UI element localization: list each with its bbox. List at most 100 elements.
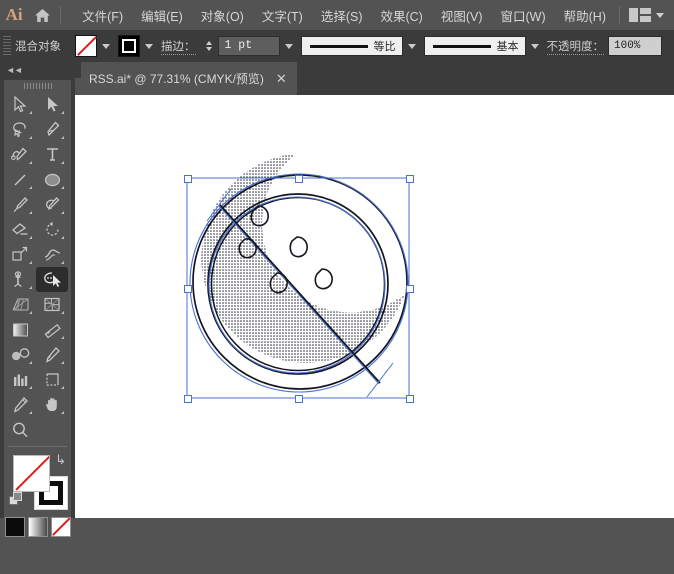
- selection-handle-middle-left[interactable]: [184, 285, 192, 293]
- tool-expand-corner-icon: [61, 311, 64, 314]
- tool-expand-corner-icon: [29, 111, 32, 114]
- menu-window[interactable]: 窗口(W): [492, 2, 555, 29]
- panel-collapse-button[interactable]: ◄◄: [0, 62, 81, 78]
- tool-grid: [4, 92, 71, 442]
- eraser-tool[interactable]: [4, 217, 36, 242]
- chevron-down-icon: [656, 12, 664, 18]
- document-canvas[interactable]: [75, 95, 674, 518]
- eyedropper-tool[interactable]: [36, 317, 68, 342]
- default-fill-stroke-icon[interactable]: [9, 492, 23, 511]
- selection-handle-bottom-center[interactable]: [295, 395, 303, 403]
- fill-color-swatch[interactable]: [13, 455, 50, 492]
- brush-definition-value: 基本: [496, 41, 519, 53]
- tool-expand-corner-icon: [61, 186, 64, 189]
- swap-fill-stroke-icon[interactable]: ↳: [55, 453, 66, 466]
- selection-tool[interactable]: [4, 92, 36, 117]
- ellipse-tool[interactable]: [36, 167, 68, 192]
- fill-stroke-indicator: ↳: [4, 451, 71, 513]
- tool-expand-corner-icon: [61, 336, 64, 339]
- hand-tool[interactable]: [36, 392, 68, 417]
- direct-selection-tool[interactable]: [36, 92, 68, 117]
- home-icon[interactable]: [28, 0, 56, 30]
- selection-handle-middle-right[interactable]: [406, 285, 414, 293]
- stroke-weight-stepper[interactable]: [204, 36, 215, 56]
- column-graph-tool[interactable]: [4, 367, 36, 392]
- slice-tool[interactable]: [4, 392, 36, 417]
- tools-divider: [8, 446, 67, 447]
- paintbrush-tool[interactable]: [4, 192, 36, 217]
- variable-width-profile-select[interactable]: 等比: [300, 36, 403, 56]
- tool-expand-corner-icon: [29, 286, 32, 289]
- none-mode-button[interactable]: [50, 517, 71, 537]
- left-dock-rail: ◄◄ ↳: [0, 62, 81, 574]
- lasso-tool[interactable]: [4, 117, 36, 142]
- color-mode-button[interactable]: [4, 517, 25, 537]
- rotate-tool[interactable]: [36, 217, 68, 242]
- tools-panel-grip[interactable]: [4, 80, 71, 92]
- menu-effect[interactable]: 效果(C): [371, 2, 431, 29]
- tool-expand-corner-icon: [61, 261, 64, 264]
- tool-expand-corner-icon: [29, 261, 32, 264]
- stroke-dropdown-chevron-down-icon[interactable]: [142, 36, 156, 56]
- shape-builder-tool[interactable]: [36, 267, 68, 292]
- document-tab[interactable]: RSS.ai* @ 77.31% (CMYK/预览) ✕: [75, 62, 297, 95]
- zoom-tool[interactable]: [4, 417, 36, 442]
- brush-definition-select[interactable]: 基本: [423, 36, 526, 56]
- menu-list: 文件(F) 编辑(E) 对象(O) 文字(T) 选择(S) 效果(C) 视图(V…: [73, 2, 615, 29]
- opacity-label[interactable]: 不透明度：: [546, 38, 604, 55]
- menu-select[interactable]: 选择(S): [312, 2, 372, 29]
- tool-expand-corner-icon: [61, 361, 64, 364]
- scale-tool[interactable]: [4, 242, 36, 267]
- selection-handle-bottom-left[interactable]: [184, 395, 192, 403]
- fill-dropdown-chevron-down-icon[interactable]: [99, 36, 113, 56]
- line-segment-tool[interactable]: [4, 167, 36, 192]
- tool-expand-corner-icon: [61, 136, 64, 139]
- curvature-tool[interactable]: [4, 142, 36, 167]
- workspace-switcher[interactable]: [615, 6, 674, 24]
- pen-tool[interactable]: [36, 117, 68, 142]
- brush-definition-chevron-down-icon[interactable]: [528, 36, 542, 56]
- selection-handle-top-right[interactable]: [406, 175, 414, 183]
- menu-view[interactable]: 视图(V): [432, 2, 492, 29]
- close-icon[interactable]: ✕: [276, 72, 287, 85]
- tool-expand-corner-icon: [29, 186, 32, 189]
- stroke-weight-label[interactable]: 描边：: [161, 38, 196, 55]
- opacity-input[interactable]: 100%: [608, 36, 662, 56]
- tool-expand-corner-icon: [29, 161, 32, 164]
- double-chevron-left-icon: ◄◄: [6, 65, 23, 75]
- seed-shape: [289, 236, 308, 258]
- type-tool[interactable]: [36, 142, 68, 167]
- perspective-grid-tool[interactable]: [4, 292, 36, 317]
- selection-handle-bottom-right[interactable]: [406, 395, 414, 403]
- shaper-tool[interactable]: [36, 192, 68, 217]
- gradient-tool[interactable]: [4, 317, 36, 342]
- stroke-swatch[interactable]: [118, 35, 140, 57]
- mesh-tool[interactable]: [36, 292, 68, 317]
- tool-expand-corner-icon: [29, 211, 32, 214]
- artboard-tool[interactable]: [36, 367, 68, 392]
- menu-object[interactable]: 对象(O): [192, 2, 253, 29]
- seed-shape: [314, 268, 333, 290]
- selection-handle-top-left[interactable]: [184, 175, 192, 183]
- menu-file[interactable]: 文件(F): [73, 2, 132, 29]
- menu-help[interactable]: 帮助(H): [555, 2, 615, 29]
- width-tool[interactable]: [36, 242, 68, 267]
- stroke-weight-input[interactable]: 1 pt: [217, 36, 280, 56]
- control-bar-grip[interactable]: [3, 36, 11, 56]
- fill-swatch[interactable]: [75, 35, 97, 57]
- tool-expand-corner-icon: [29, 136, 32, 139]
- variable-width-chevron-down-icon[interactable]: [405, 36, 419, 56]
- menu-type[interactable]: 文字(T): [253, 2, 312, 29]
- free-transform-tool[interactable]: [4, 267, 36, 292]
- tool-expand-corner-icon: [29, 411, 32, 414]
- menu-edit[interactable]: 编辑(E): [132, 2, 192, 29]
- menu-bar: Ai 文件(F) 编辑(E) 对象(O) 文字(T) 选择(S) 效果(C) 视…: [0, 0, 674, 30]
- gradient-mode-button[interactable]: [27, 517, 48, 537]
- blend-tool[interactable]: [4, 342, 36, 367]
- tool-expand-corner-icon: [61, 236, 64, 239]
- stroke-weight-chevron-down-icon[interactable]: [282, 36, 296, 56]
- variable-width-profile-value: 等比: [373, 41, 396, 53]
- tool-expand-corner-icon: [29, 236, 32, 239]
- measure-tool[interactable]: [36, 342, 68, 367]
- selection-handle-top-center[interactable]: [295, 175, 303, 183]
